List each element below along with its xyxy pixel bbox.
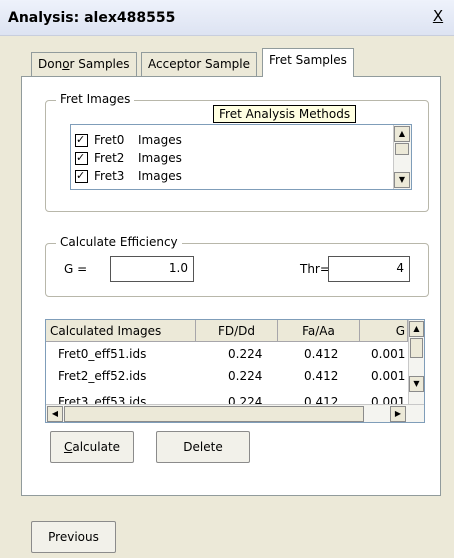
calculated-images-table[interactable]: Calculated Images FD/Dd Fa/Aa G Fret0_ef… bbox=[45, 319, 425, 423]
close-button[interactable]: X bbox=[428, 6, 448, 26]
previous-button[interactable]: Previous bbox=[31, 521, 116, 553]
tab-donor-label-mnemonic: o bbox=[62, 57, 70, 71]
tab-donor-samples[interactable]: Donor Samples bbox=[31, 52, 137, 76]
item-name: Fret3 bbox=[94, 169, 125, 183]
item-type: Images bbox=[138, 133, 182, 147]
item-type: Images bbox=[138, 169, 182, 183]
item-name: Fret2 bbox=[94, 151, 125, 165]
item-type: Images bbox=[138, 151, 182, 165]
item-name: Fret0 bbox=[94, 133, 125, 147]
window-title: Analysis: alex488555 bbox=[8, 10, 176, 26]
list-item[interactable]: Fret2 Images bbox=[75, 149, 182, 167]
scroll-up-button[interactable]: ▲ bbox=[394, 126, 410, 142]
cell-g: 0.001 bbox=[371, 369, 406, 383]
cell-name: Fret2_eff52.ids bbox=[58, 369, 147, 383]
scroll-up-button[interactable]: ▲ bbox=[409, 321, 424, 337]
column-header-calculated-images[interactable]: Calculated Images bbox=[46, 320, 196, 342]
table-row[interactable]: Fret0_eff51.ids 0.224 0.412 0.001 bbox=[46, 343, 408, 365]
calculate-button[interactable]: Calculate bbox=[50, 431, 134, 463]
scroll-thumb[interactable] bbox=[64, 406, 364, 422]
cell-fd-dd: 0.224 bbox=[228, 369, 263, 383]
scroll-down-button[interactable]: ▼ bbox=[394, 172, 410, 188]
tab-fret-label: Fret Samples bbox=[269, 53, 347, 67]
fret-images-list[interactable]: Fret0 Images Fret2 Images Fret3 Images ▲ ▼ bbox=[70, 124, 412, 190]
list-item[interactable]: Fret3 Images bbox=[75, 167, 182, 185]
column-header-g[interactable]: G bbox=[360, 320, 408, 342]
tab-acceptor-sample[interactable]: Acceptor Sample bbox=[141, 52, 257, 76]
g-input[interactable]: 1.0 bbox=[110, 256, 194, 282]
column-header-fd-dd[interactable]: FD/Dd bbox=[196, 320, 278, 342]
thr-input[interactable]: 4 bbox=[328, 256, 410, 282]
thr-label: Thr= bbox=[300, 262, 330, 276]
checkbox[interactable] bbox=[75, 167, 88, 185]
fret-images-legend: Fret Images bbox=[56, 92, 135, 106]
list-item[interactable]: Fret0 Images bbox=[75, 131, 182, 149]
scroll-thumb[interactable] bbox=[410, 338, 423, 358]
cell-fd-dd: 0.224 bbox=[228, 347, 263, 361]
scroll-left-button[interactable]: ◀ bbox=[47, 406, 63, 422]
table-vertical-scrollbar[interactable]: ▲ ▼ bbox=[408, 320, 424, 404]
tab-donor-label-post: r Samples bbox=[69, 57, 130, 71]
tooltip: Fret Analysis Methods bbox=[213, 105, 357, 123]
g-label: G = bbox=[64, 262, 88, 276]
efficiency-legend: Calculate Efficiency bbox=[56, 235, 182, 249]
delete-button[interactable]: Delete bbox=[156, 431, 250, 463]
scroll-right-button[interactable]: ▶ bbox=[390, 406, 406, 422]
calculate-label: alculate bbox=[72, 440, 121, 454]
scroll-down-button[interactable]: ▼ bbox=[409, 376, 424, 392]
cell-g: 0.001 bbox=[371, 347, 406, 361]
column-header-fa-aa[interactable]: Fa/Aa bbox=[278, 320, 360, 342]
tab-donor-label-pre: Don bbox=[38, 57, 63, 71]
close-icon[interactable]: X bbox=[433, 7, 443, 25]
scroll-thumb[interactable] bbox=[395, 143, 409, 155]
tab-fret-samples[interactable]: Fret Samples bbox=[262, 48, 354, 77]
table-row[interactable]: Fret2_eff52.ids 0.224 0.412 0.001 bbox=[46, 365, 408, 387]
cell-fa-aa: 0.412 bbox=[304, 347, 339, 361]
cell-fa-aa: 0.412 bbox=[304, 369, 339, 383]
tab-acceptor-label: Acceptor Sample bbox=[148, 57, 250, 71]
checkbox[interactable] bbox=[75, 131, 88, 149]
table-horizontal-scrollbar[interactable]: ◀ ▶ bbox=[46, 404, 424, 422]
cell-name: Fret0_eff51.ids bbox=[58, 347, 147, 361]
checkbox[interactable] bbox=[75, 149, 88, 167]
list-scrollbar[interactable]: ▲ ▼ bbox=[393, 125, 411, 189]
